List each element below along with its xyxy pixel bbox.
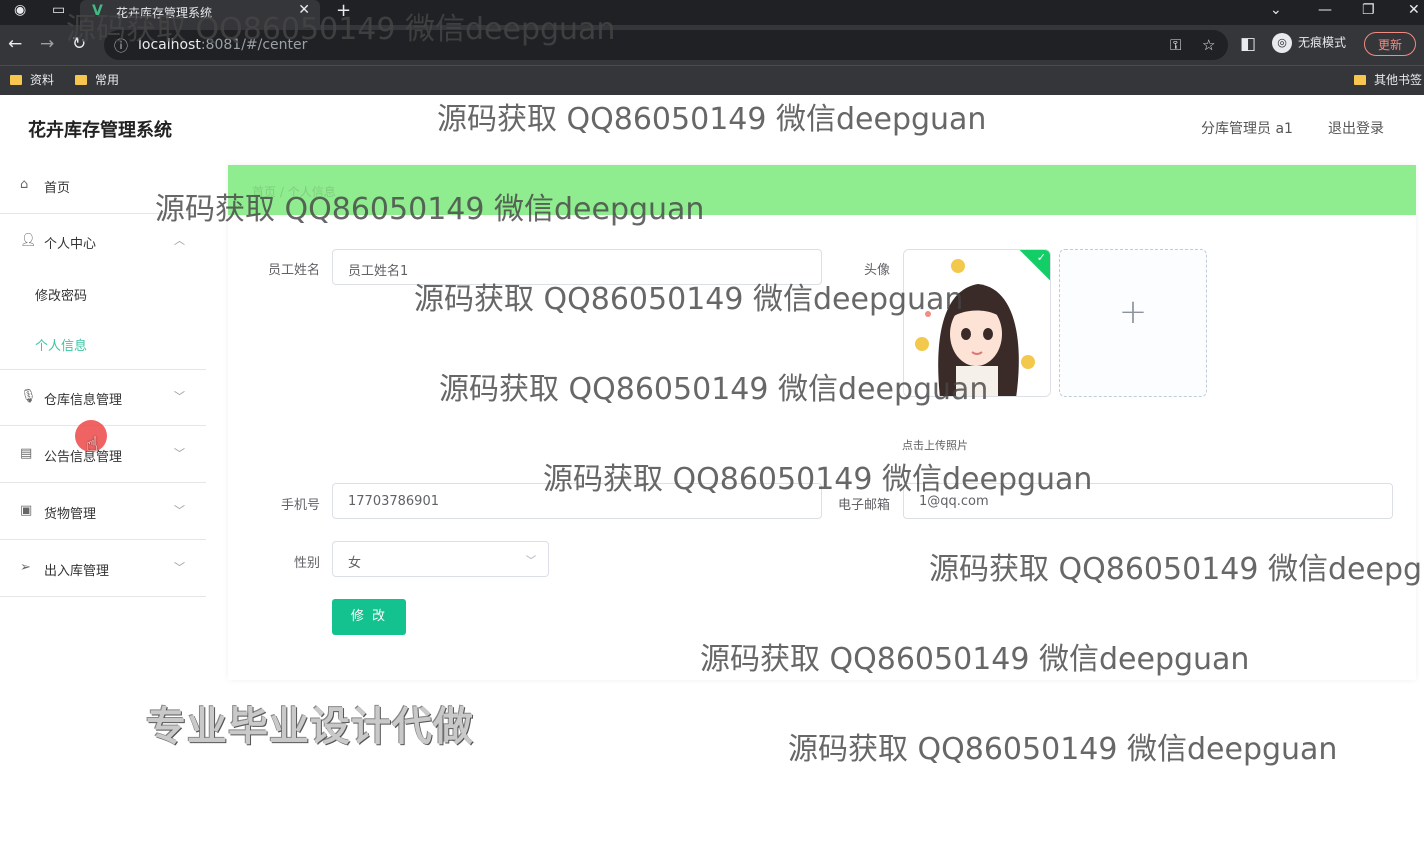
avatar-image (904, 250, 1050, 396)
tab-list-icon[interactable]: ⌄ (1270, 2, 1282, 18)
url-path: :8081/#/center (200, 37, 308, 53)
tab-search-icon[interactable]: ▭ (52, 2, 65, 18)
promo-overlay-text: 专业毕业设计代做 (146, 704, 474, 750)
watermark-text: 源码获取 QQ86050149 微信deepguan (788, 732, 1338, 767)
browser-tab-bar: ◉ ▭ V 花卉库存管理系统 ✕ + ⌄ — ❐ ✕ (0, 0, 1424, 25)
other-bookmarks-label: 其他书签 (1374, 73, 1423, 87)
sidebar-item-label: 出入库管理 (44, 564, 110, 579)
app-title: 花卉库存管理系统 (28, 120, 172, 141)
sidebar-item-goods[interactable]: ▣ 货物管理 ﹀ (0, 484, 206, 540)
email-input[interactable]: 1@qq.com (903, 483, 1393, 519)
bookmark-label: 资料 (30, 73, 55, 87)
sidebar-item-inout[interactable]: ➢ 出入库管理 ﹀ (0, 541, 206, 597)
side-panel-icon[interactable]: ◧ (1240, 34, 1256, 54)
plus-icon: + (1118, 292, 1148, 332)
key-icon[interactable]: ⚿ (1170, 36, 1181, 54)
logout-link[interactable]: 退出登录 (1328, 118, 1384, 138)
app-header: 花卉库存管理系统 分库管理员 a1 退出登录 (0, 96, 1424, 158)
phone-input[interactable]: 17703786901 (332, 483, 822, 519)
avatar-thumbnail[interactable]: ✓ (903, 249, 1051, 397)
gender-label: 性别 (293, 556, 320, 571)
sidebar-item-warehouse[interactable]: 🎙︎ 仓库信息管理 ﹀ (0, 370, 206, 426)
phone-value: 17703786901 (348, 494, 439, 509)
hand-cursor-icon: ☝ (86, 432, 99, 456)
url-input[interactable]: ⓘ localhost:8081/#/center ⚿ ☆ (104, 30, 1228, 60)
minimize-icon[interactable]: — (1318, 2, 1332, 18)
email-value: 1@qq.com (919, 494, 989, 509)
bookmark-folder-changyong[interactable]: 常用 (75, 71, 119, 88)
main-content: 首页 / 个人信息 员工姓名 员工姓名1 头像 ✓ + 点击上传照片 手机号 1… (228, 165, 1416, 680)
name-input[interactable]: 员工姓名1 (332, 249, 822, 285)
chevron-down-icon: ﹀ (174, 390, 185, 403)
address-bar: ← → ↻ ⓘ localhost:8081/#/center ⚿ ☆ ◧ ◎ 无… (0, 25, 1424, 65)
incognito-indicator[interactable]: ◎ 无痕模式 (1272, 33, 1346, 53)
tab-close-icon[interactable]: ✕ (298, 2, 310, 18)
bookmark-folder-ziliao[interactable]: 资料 (10, 71, 54, 88)
phone-label: 手机号 (280, 498, 320, 513)
chevron-up-icon: ︿ (174, 234, 185, 247)
email-label: 电子邮箱 (837, 498, 890, 513)
breadcrumb-bar: 首页 / 个人信息 (228, 165, 1416, 215)
folder-icon (75, 75, 87, 85)
chevron-down-icon: ﹀ (174, 504, 185, 517)
sidebar-subitem-label: 个人信息 (35, 339, 88, 354)
folder-icon (10, 75, 22, 85)
chrome-menu-icon[interactable]: ◉ (14, 2, 26, 18)
submit-button[interactable]: 修 改 (332, 599, 406, 635)
sidebar-item-personal-center[interactable]: 👤︎ 个人中心 ︿ (0, 214, 206, 270)
chevron-down-icon: ﹀ (526, 556, 536, 567)
incognito-label: 无痕模式 (1298, 35, 1347, 50)
name-label: 员工姓名 (267, 263, 320, 278)
back-icon[interactable]: ← (8, 34, 22, 54)
gender-select[interactable]: 女 ﹀ (332, 541, 549, 577)
breadcrumb-home[interactable]: 首页 (252, 185, 276, 199)
browser-tab[interactable]: V 花卉库存管理系统 ✕ (80, 0, 320, 25)
current-user: 分库管理员 a1 (1201, 121, 1293, 137)
site-info-icon[interactable]: ⓘ (114, 36, 128, 56)
sidebar-item-home[interactable]: ⌂ 首页 (0, 158, 206, 214)
chevron-down-icon: ﹀ (174, 561, 185, 574)
sidebar-subitem-label: 修改密码 (35, 289, 88, 304)
home-icon: ⌂ (20, 177, 29, 192)
sidebar-subitem-change-password[interactable]: 修改密码 (0, 268, 206, 318)
upload-tip: 点击上传照片 (902, 439, 968, 452)
sidebar-item-label: 首页 (44, 181, 71, 196)
sidebar-item-label: 个人中心 (44, 237, 97, 252)
update-button[interactable]: 更新 (1364, 32, 1416, 56)
tab-title: 花卉库存管理系统 (116, 6, 213, 20)
user-icon: 👤︎ (20, 233, 37, 248)
url-text: localhost:8081/#/center (138, 37, 307, 53)
restore-icon[interactable]: ❐ (1362, 2, 1375, 18)
microphone-icon: 🎙︎ (20, 389, 37, 404)
clipboard-icon: ▣ (20, 503, 33, 518)
avatar-label: 头像 (863, 263, 890, 278)
bookmark-star-icon[interactable]: ☆ (1202, 36, 1215, 54)
bookmark-label: 常用 (95, 73, 120, 87)
sidebar-subitem-personal-info[interactable]: 个人信息 (0, 318, 206, 370)
close-window-icon[interactable]: ✕ (1408, 2, 1420, 18)
check-icon: ✓ (1036, 251, 1046, 264)
url-host: localhost (138, 37, 201, 53)
forward-icon[interactable]: → (40, 34, 54, 54)
new-tab-icon[interactable]: + (336, 0, 351, 21)
bookmarks-bar: 资料 常用 其他书签 (0, 65, 1424, 95)
upload-add-button[interactable]: + (1059, 249, 1207, 397)
name-value: 员工姓名1 (348, 264, 409, 279)
incognito-icon: ◎ (1272, 33, 1292, 53)
other-bookmarks[interactable]: 其他书签 (1354, 71, 1422, 88)
breadcrumb-current: 个人信息 (287, 185, 336, 199)
vue-favicon-icon: V (92, 3, 103, 19)
message-box-icon: ▤ (20, 446, 33, 461)
chevron-down-icon: ﹀ (174, 447, 185, 460)
reload-icon[interactable]: ↻ (72, 34, 86, 54)
folder-icon (1354, 75, 1366, 85)
sidebar-item-label: 货物管理 (44, 507, 97, 522)
sidebar-item-label: 仓库信息管理 (44, 393, 123, 408)
breadcrumb: 首页 / 个人信息 (252, 183, 336, 200)
gender-value: 女 (348, 556, 362, 571)
breadcrumb-separator: / (279, 185, 288, 199)
send-icon: ➢ (20, 560, 31, 575)
